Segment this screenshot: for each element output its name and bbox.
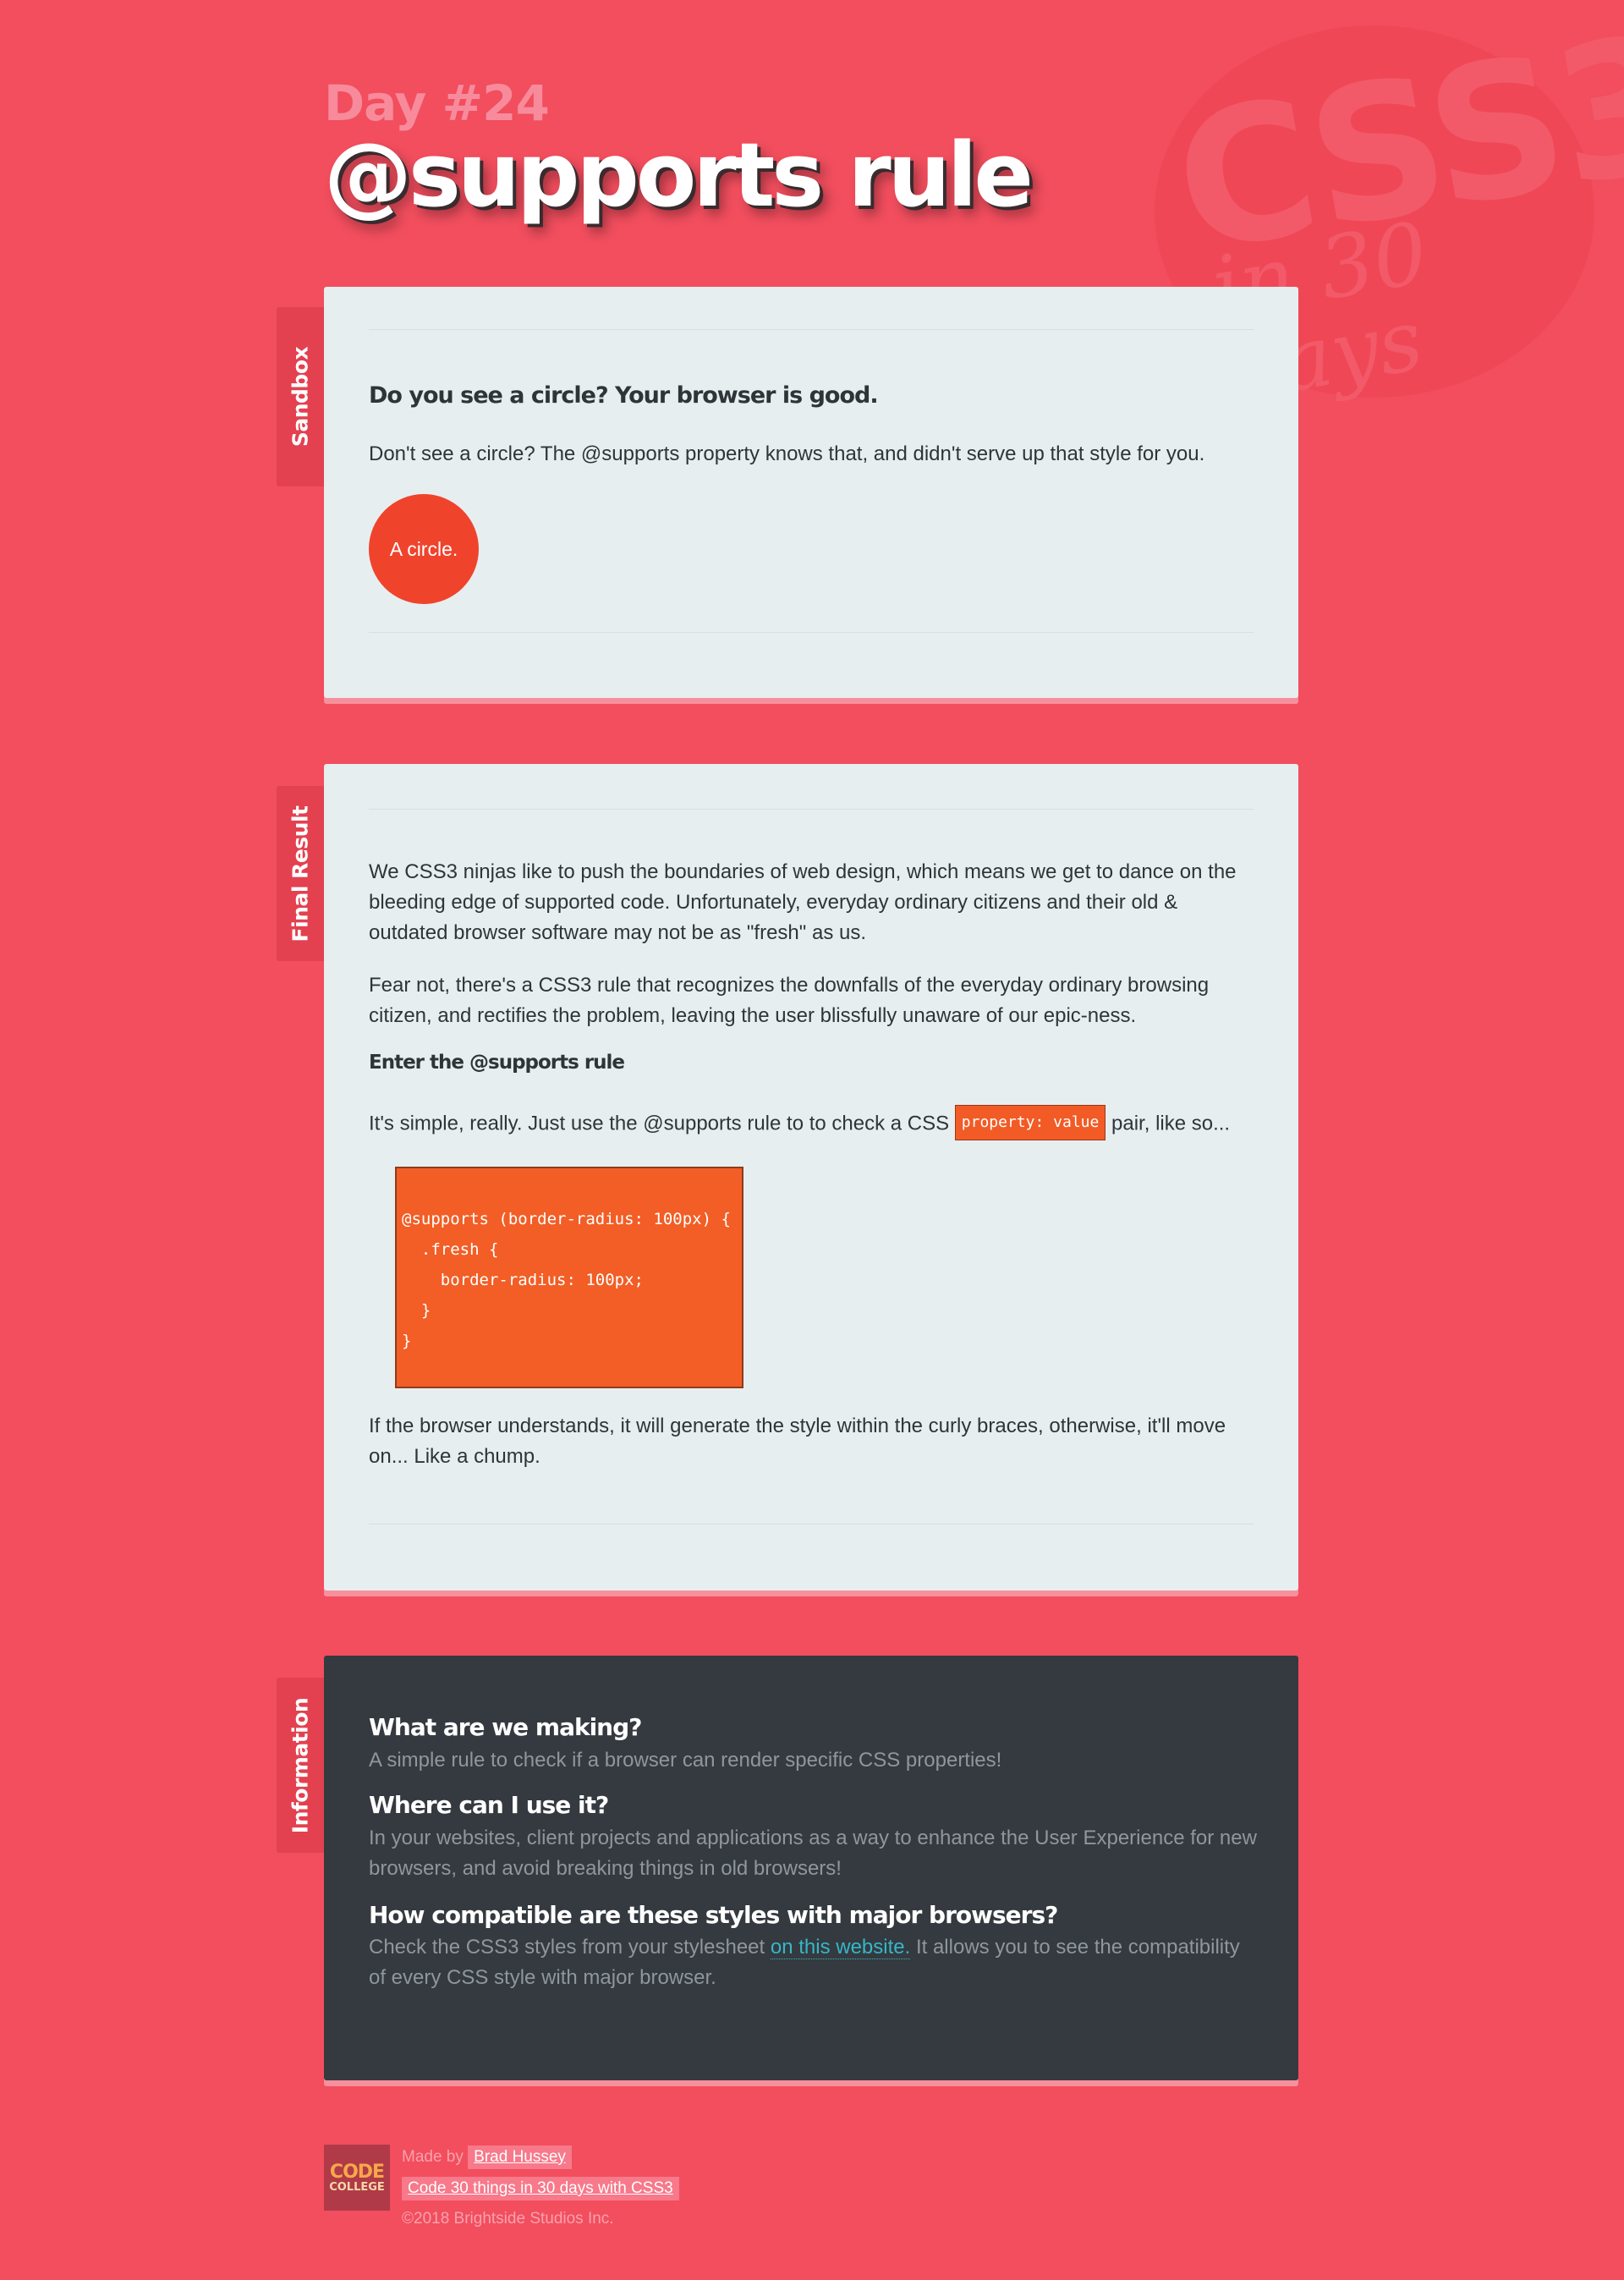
demo-circle-label: A circle. [389,537,458,560]
tab-information-label: Information [288,1697,313,1833]
divider [369,632,1254,633]
information-card: What are we making? A simple rule to che… [324,1656,1298,2080]
divider [369,329,1254,330]
tab-sandbox: Sandbox [277,307,324,486]
paragraph-3-text-after: pair, like so... [1111,1112,1231,1135]
info-question-3: How compatible are these styles with maj… [369,1901,1058,1929]
final-result-paragraph-1: We CSS3 ninjas like to push the boundari… [369,860,1237,944]
footer-made-by: Made by Brad Hussey [402,2145,572,2169]
divider [369,809,1254,810]
info-question-1: What are we making? [369,1713,642,1741]
info-question-2: Where can I use it? [369,1791,609,1819]
tab-final-result: Final Result [277,786,324,961]
info-answer-3-before: Check the CSS3 styles from your styleshe… [369,1936,765,1959]
final-result-paragraph-4: If the browser understands, it will gene… [369,1415,1226,1468]
paragraph-3-text-before: It's simple, really. Just use the @suppo… [369,1112,950,1135]
sandbox-card: Do you see a circle? Your browser is goo… [324,287,1298,698]
footer-copyright: ©2018 Brightside Studios Inc. [402,2210,614,2228]
info-answer-2: In your websites, client projects and ap… [369,1827,1257,1880]
compatibility-website-link[interactable]: on this website. [770,1936,911,1959]
tab-sandbox-label: Sandbox [288,346,313,448]
final-result-card: We CSS3 ninjas like to push the boundari… [324,764,1298,1591]
final-result-subheading: Enter the @supports rule [369,1052,625,1074]
course-link[interactable]: Code 30 things in 30 days with CSS3 [402,2177,679,2200]
divider [369,1524,1254,1525]
tab-final-result-label: Final Result [288,805,313,942]
tab-information: Information [277,1678,324,1853]
logo-line-2: COLLEGE [329,2180,385,2194]
made-by-label: Made by [402,2148,464,2166]
demo-circle: A circle. [369,494,479,604]
footer-course: Code 30 things in 30 days with CSS3 [402,2177,679,2200]
sandbox-heading: Do you see a circle? Your browser is goo… [369,382,879,409]
final-result-paragraph-2: Fear not, there's a CSS3 rule that recog… [369,974,1210,1027]
author-link[interactable]: Brad Hussey [468,2145,572,2169]
page-title: @supports rule [324,124,1034,227]
sandbox-text: Don't see a circle? The @supports proper… [369,442,1205,465]
final-result-paragraph-3: It's simple, really. Just use the @suppo… [369,1105,1257,1142]
info-answer-1: A simple rule to check if a browser can … [369,1749,1002,1772]
code-college-logo[interactable]: CODE COLLEGE [324,2145,390,2211]
info-answer-3: Check the CSS3 styles from your styleshe… [369,1932,1257,1993]
inline-code-property-value: property: value [954,1105,1106,1140]
code-block: @supports (border-radius: 100px) { .fres… [395,1167,743,1388]
logo-line-1: CODE [329,2161,385,2183]
